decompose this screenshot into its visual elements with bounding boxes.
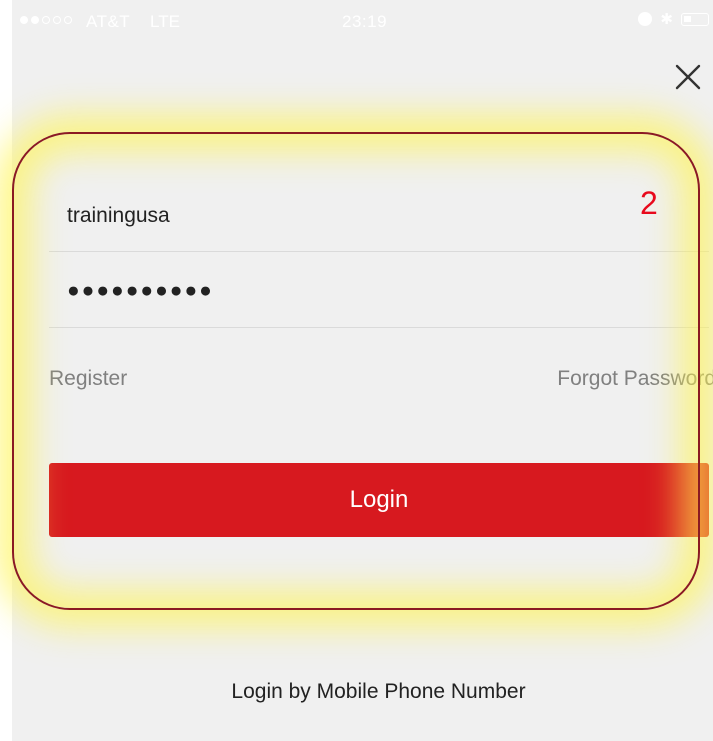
password-value: ●●●●●●●●●● [67, 279, 214, 302]
bluetooth-icon: ✱ [660, 11, 673, 28]
register-link[interactable]: Register [49, 367, 127, 391]
network-type: LTE [150, 12, 180, 31]
battery-icon [681, 12, 709, 26]
login-screen: AT&T LTE 23:19 ✱ trainingusa ●●●●●●●●●● … [12, 0, 713, 741]
username-field[interactable]: trainingusa [49, 182, 709, 252]
alarm-icon [638, 12, 653, 26]
password-field[interactable]: ●●●●●●●●●● [49, 258, 709, 328]
mobile-phone-login-link[interactable]: Login by Mobile Phone Number [12, 680, 713, 704]
signal-strength-icon [20, 16, 72, 24]
forgot-password-link[interactable]: Forgot Password [557, 367, 713, 391]
login-button[interactable]: Login [49, 463, 709, 537]
login-form: trainingusa ●●●●●●●●●● Register Forgot P… [24, 132, 713, 610]
close-icon [675, 64, 701, 90]
username-value: trainingusa [67, 204, 170, 227]
status-time: 23:19 [342, 12, 388, 31]
step-number-annotation: 2 [640, 185, 658, 221]
status-icons: ✱ [638, 10, 709, 28]
carrier-name: AT&T [86, 12, 131, 31]
close-button[interactable] [673, 62, 703, 92]
status-bar: AT&T LTE 23:19 ✱ [12, 0, 713, 46]
